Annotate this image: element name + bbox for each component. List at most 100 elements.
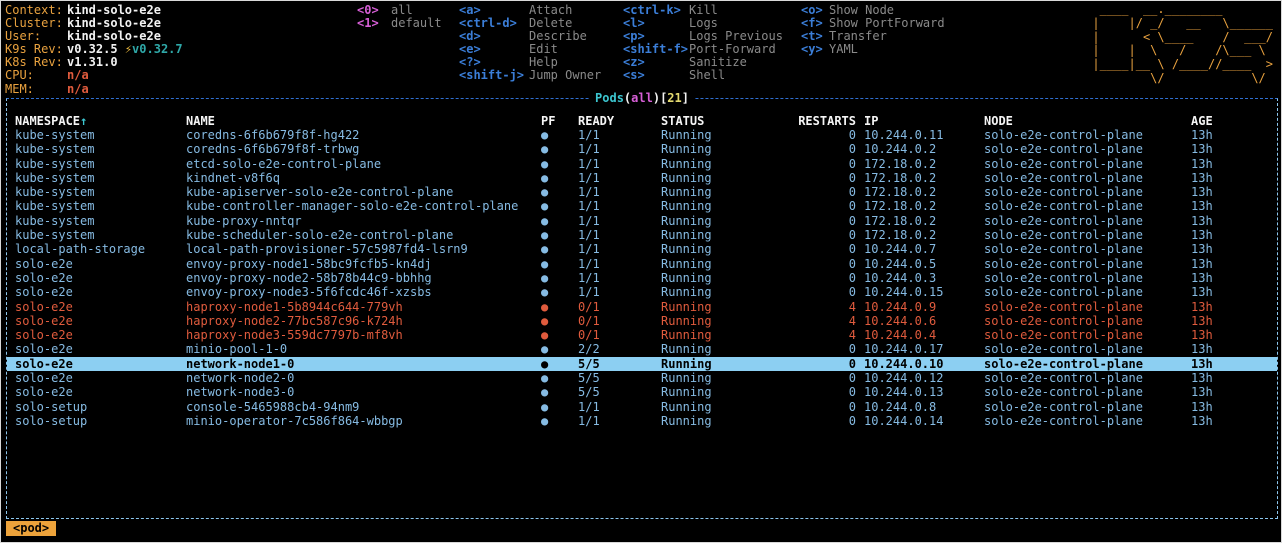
cell-restarts: 0 [798, 400, 856, 414]
cell-age: 13h [1191, 171, 1277, 185]
cell-namespace: solo-e2e [15, 342, 186, 356]
cell-ready: 1/1 [578, 271, 661, 285]
pod-status-dot-icon: ● [541, 285, 548, 299]
cell-age: 13h [1191, 128, 1277, 142]
pod-status-dot-icon: ● [541, 157, 548, 171]
pod-status-dot-icon: ● [541, 228, 548, 242]
table-row[interactable]: solo-e2enetwork-node1-0●5/5Running010.24… [7, 357, 1277, 371]
cell-namespace: solo-e2e [15, 385, 186, 399]
cell-age: 13h [1191, 342, 1277, 356]
menu-item-label: Attach [529, 3, 572, 17]
cell-status: Running [661, 199, 798, 213]
table-row[interactable]: kube-systemkindnet-v8f6q●1/1Running0172.… [7, 171, 1277, 185]
table-row[interactable]: solo-e2eenvoy-proxy-node2-58b78b44c9-bbh… [7, 271, 1277, 285]
cell-node: solo-e2e-control-plane [984, 199, 1191, 213]
cell-status: Running [661, 228, 798, 242]
cell-ready: 5/5 [578, 385, 661, 399]
cell-restarts: 4 [798, 314, 856, 328]
table-row[interactable]: solo-setupconsole-5465988cb4-94nm9●1/1Ru… [7, 400, 1277, 414]
table-row[interactable]: solo-e2eenvoy-proxy-node1-58bc9fcfb5-kn4… [7, 257, 1277, 271]
cell-ip: 10.244.0.3 [856, 271, 984, 285]
cell-name: console-5465988cb4-94nm9 [186, 400, 541, 414]
cell-status: Running [661, 314, 798, 328]
column-header-ip: IP [856, 114, 984, 128]
table-row[interactable]: kube-systemkube-apiserver-solo-e2e-contr… [7, 185, 1277, 199]
cell-namespace: solo-e2e [15, 328, 186, 342]
table-row[interactable]: kube-systemkube-proxy-nntqr●1/1Running01… [7, 214, 1277, 228]
table-row[interactable]: kube-systemkube-controller-manager-solo-… [7, 199, 1277, 213]
table-row[interactable]: solo-e2enetwork-node3-0●5/5Running010.24… [7, 385, 1277, 399]
cell-restarts: 0 [798, 214, 856, 228]
table-row[interactable]: local-path-storagelocal-path-provisioner… [7, 242, 1277, 256]
cell-restarts: 0 [798, 242, 856, 256]
cell-ready: 1/1 [578, 185, 661, 199]
cell-status: Running [661, 400, 798, 414]
cell-ip: 10.244.0.12 [856, 371, 984, 385]
table-row[interactable]: solo-e2eenvoy-proxy-node3-5f6fcdc46f-xzs… [7, 285, 1277, 299]
menu-item-label: YAML [829, 42, 858, 56]
hotkey-label: all [391, 3, 413, 17]
pod-status-dot-icon: ● [541, 328, 548, 342]
cell-name: envoy-proxy-node2-58b78b44c9-bbhhg [186, 271, 541, 285]
cell-ip: 172.18.0.2 [856, 199, 984, 213]
cell-node: solo-e2e-control-plane [984, 400, 1191, 414]
info-value: n/a [67, 68, 89, 82]
cell-ip: 172.18.0.2 [856, 228, 984, 242]
menu-item-label: Kill [689, 3, 718, 17]
menu-item-key: <shift-j> [459, 69, 529, 82]
table-body: kube-systemcoredns-6f6b679f8f-hg422●1/1R… [7, 128, 1277, 428]
panel-title: Pods(all)[21] [590, 91, 694, 105]
cell-ip: 10.244.0.13 [856, 385, 984, 399]
cell-age: 13h [1191, 257, 1277, 271]
cell-ready: 0/1 [578, 300, 661, 314]
pod-status-dot-icon: ● [541, 128, 548, 142]
table-row[interactable]: kube-systemkube-scheduler-solo-e2e-contr… [7, 228, 1277, 242]
cell-namespace: kube-system [15, 228, 186, 242]
cell-status: Running [661, 300, 798, 314]
table-row[interactable]: solo-e2eminio-pool-1-0●2/2Running010.244… [7, 342, 1277, 356]
cell-restarts: 0 [798, 357, 856, 371]
cell-ready: 1/1 [578, 414, 661, 428]
menu-item: <shift-j>Jump Owner [459, 69, 601, 82]
table-row[interactable]: solo-e2ehaproxy-node2-77bc587c96-k724h●0… [7, 314, 1277, 328]
cell-ready: 1/1 [578, 242, 661, 256]
cell-status: Running [661, 171, 798, 185]
cell-pf: ● [541, 300, 578, 314]
cell-name: network-node1-0 [186, 357, 541, 371]
cell-ip: 172.18.0.2 [856, 171, 984, 185]
cell-node: solo-e2e-control-plane [984, 185, 1191, 199]
pod-crumb[interactable]: <pod> [6, 521, 56, 536]
table-row[interactable]: solo-e2enetwork-node2-0●5/5Running010.24… [7, 371, 1277, 385]
table-row[interactable]: solo-e2ehaproxy-node3-559dc7797b-mf8vh●0… [7, 328, 1277, 342]
info-value: n/a [67, 82, 89, 96]
cell-ready: 1/1 [578, 157, 661, 171]
cell-age: 13h [1191, 300, 1277, 314]
info-label: CPU: [5, 69, 67, 82]
table-row[interactable]: solo-setupminio-operator-7c586f864-wbbgp… [7, 414, 1277, 428]
cell-pf: ● [541, 171, 578, 185]
cell-ip: 10.244.0.14 [856, 414, 984, 428]
cell-restarts: 4 [798, 300, 856, 314]
cell-ip: 10.244.0.5 [856, 257, 984, 271]
cell-ready: 1/1 [578, 171, 661, 185]
pods-panel: Pods(all)[21] NAMESPACE↑NAMEPFREADYSTATU… [6, 98, 1278, 519]
cell-restarts: 0 [798, 385, 856, 399]
column-header-status: STATUS [661, 114, 798, 128]
cell-pf: ● [541, 285, 578, 299]
cell-name: coredns-6f6b679f8f-trbwg [186, 142, 541, 156]
cell-node: solo-e2e-control-plane [984, 414, 1191, 428]
table-row[interactable]: solo-e2ehaproxy-node1-5b8944c644-779vh●0… [7, 300, 1277, 314]
panel-title-scope: all [631, 91, 653, 105]
cell-status: Running [661, 271, 798, 285]
cell-name: minio-pool-1-0 [186, 342, 541, 356]
cell-status: Running [661, 214, 798, 228]
pod-status-dot-icon: ● [541, 242, 548, 256]
cell-pf: ● [541, 242, 578, 256]
cell-age: 13h [1191, 328, 1277, 342]
cell-restarts: 0 [798, 171, 856, 185]
table-row[interactable]: kube-systemcoredns-6f6b679f8f-trbwg●1/1R… [7, 142, 1277, 156]
cell-namespace: kube-system [15, 128, 186, 142]
cell-name: envoy-proxy-node1-58bc9fcfb5-kn4dj [186, 257, 541, 271]
table-row[interactable]: kube-systemetcd-solo-e2e-control-plane●1… [7, 157, 1277, 171]
table-row[interactable]: kube-systemcoredns-6f6b679f8f-hg422●1/1R… [7, 128, 1277, 142]
